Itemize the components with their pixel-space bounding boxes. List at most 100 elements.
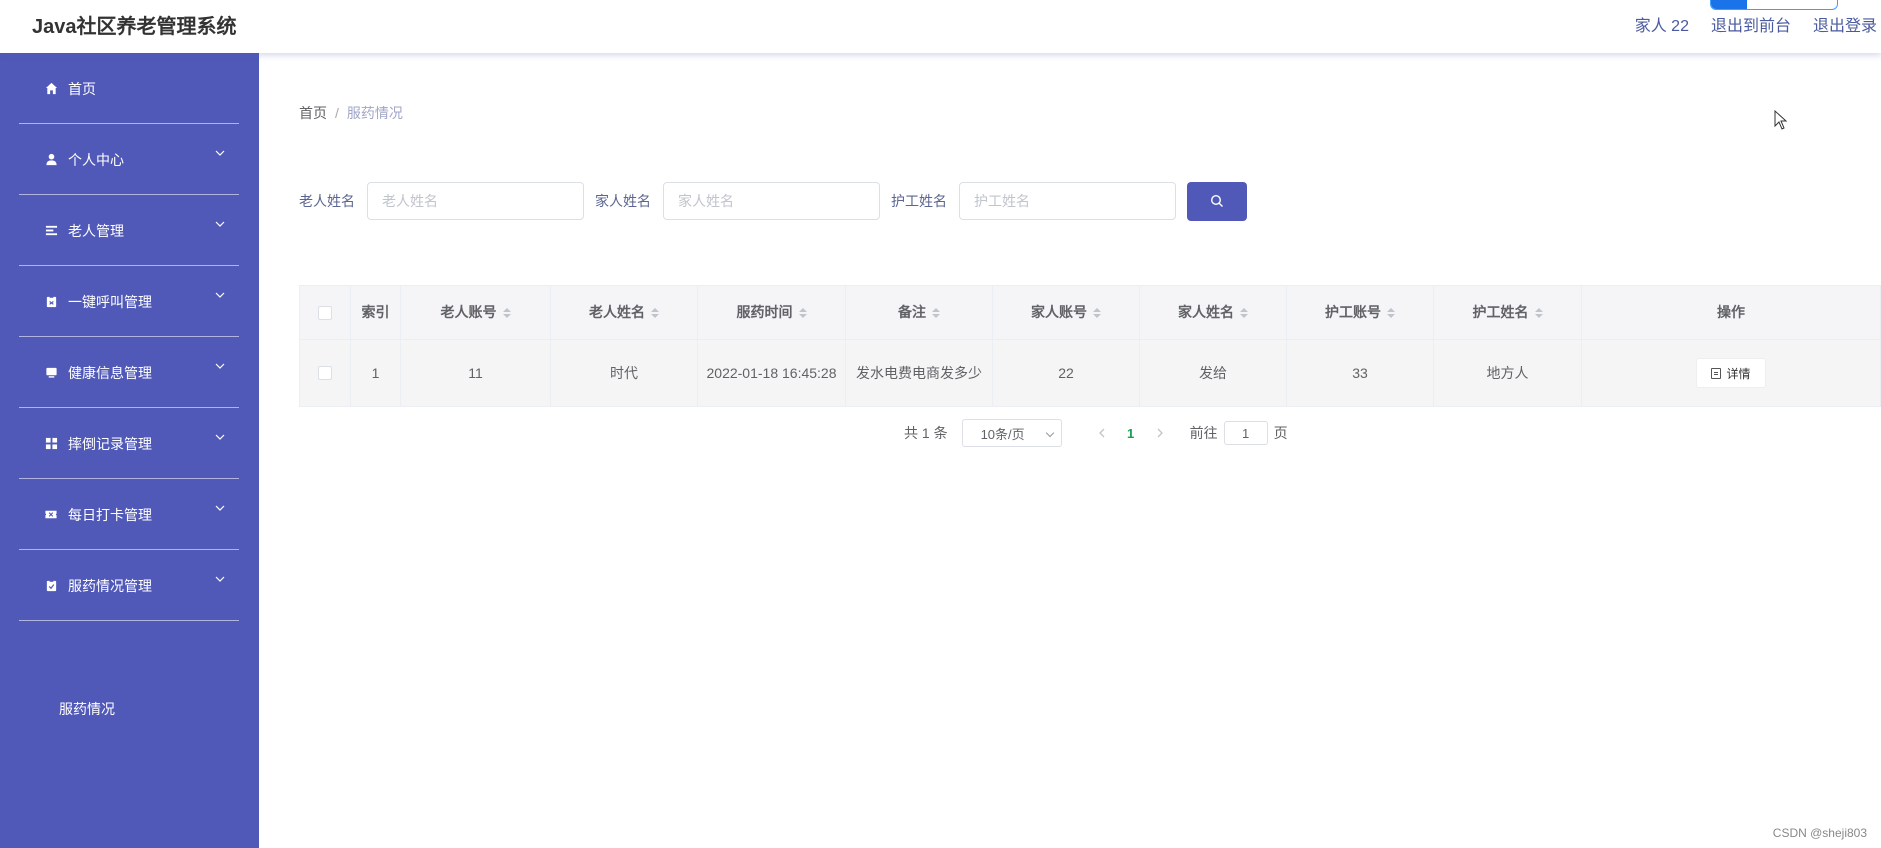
family-name-label: 家人姓名 — [595, 193, 651, 209]
pagination: 共 1 条 10条/页 1 前往 页 — [904, 419, 1288, 447]
cell-family-account: 22 — [993, 340, 1140, 406]
sort-icon[interactable] — [1240, 307, 1248, 318]
page-size-select[interactable]: 10条/页 — [961, 419, 1062, 447]
elder-name-input[interactable] — [367, 182, 584, 220]
breadcrumb-separator: / — [335, 105, 339, 121]
sidebar-item-label: 个人中心 — [68, 152, 124, 168]
select-all-cell — [300, 286, 351, 339]
chevron-down-icon — [215, 576, 225, 582]
column-header-family-account[interactable]: 家人账号 — [993, 286, 1140, 339]
search-form: 老人姓名 家人姓名 护工姓名 — [299, 181, 1247, 221]
row-checkbox[interactable] — [318, 366, 332, 380]
header-badge[interactable] — [1710, 0, 1838, 10]
goto-prefix: 前往 — [1189, 425, 1218, 441]
sidebar: 首页 个人中心 老人管理 一键呼叫管理 健康信息管理 摔倒记录管理 每日打卡管理… — [0, 53, 259, 848]
column-header-nurse-name[interactable]: 护工姓名 — [1434, 286, 1582, 339]
column-header-family-name[interactable]: 家人姓名 — [1140, 286, 1287, 339]
list-icon — [44, 223, 58, 237]
sidebar-item-label: 老人管理 — [68, 223, 124, 239]
detail-button-label: 详情 — [1726, 366, 1751, 381]
sort-icon[interactable] — [798, 307, 807, 318]
table-row: 1 11 时代 2022-01-18 16:45:28 发水电费电商发多少 22… — [299, 340, 1881, 407]
cell-actions: 详情 — [1582, 340, 1880, 406]
pagination-total: 共 1 条 — [904, 425, 948, 441]
family-name-input[interactable] — [663, 182, 880, 220]
sort-icon[interactable] — [502, 307, 511, 318]
chevron-down-icon — [215, 505, 225, 511]
sidebar-item-call-management[interactable]: 一键呼叫管理 — [19, 266, 239, 337]
main-content: 首页 / 服药情况 老人姓名 家人姓名 护工姓名 索引 老人账号 老人姓名 服药时间… — [259, 53, 1881, 848]
search-button[interactable] — [1187, 181, 1247, 221]
table-header: 索引 老人账号 老人姓名 服药时间 备注 家人账号 家人姓名 护工账号 护工姓名… — [299, 285, 1881, 340]
home-icon — [44, 81, 58, 95]
chevron-down-icon — [215, 363, 225, 369]
sort-icon[interactable] — [1093, 307, 1101, 318]
sort-icon[interactable] — [651, 307, 659, 318]
current-user: 家人 22 — [1634, 18, 1689, 35]
column-header-elder-name[interactable]: 老人姓名 — [551, 286, 698, 339]
cell-medication-time: 2022-01-18 16:45:28 — [698, 340, 846, 406]
clipboard-icon — [44, 294, 58, 308]
column-header-index: 索引 — [351, 286, 401, 339]
cell-elder-name: 时代 — [551, 340, 698, 406]
detail-button[interactable]: 详情 — [1696, 358, 1766, 388]
column-header-elder-account[interactable]: 老人账号 — [401, 286, 551, 339]
document-icon — [1711, 367, 1722, 379]
chevron-down-icon — [215, 150, 225, 156]
medication-table: 索引 老人账号 老人姓名 服药时间 备注 家人账号 家人姓名 护工账号 护工姓名… — [299, 285, 1881, 407]
breadcrumb: 首页 / 服药情况 — [299, 103, 403, 123]
search-icon — [1210, 194, 1223, 207]
sidebar-item-daily-checkin[interactable]: 每日打卡管理 — [19, 479, 239, 550]
page-size-value: 10条/页 — [980, 426, 1025, 442]
breadcrumb-home[interactable]: 首页 — [299, 105, 327, 121]
mouse-cursor-icon — [1774, 110, 1788, 130]
column-header-actions: 操作 — [1717, 304, 1745, 320]
sort-icon[interactable] — [1387, 307, 1395, 318]
watermark: CSDN @sheji803 — [1772, 826, 1867, 840]
cell-remark: 发水电费电商发多少 — [846, 340, 993, 406]
monitor-icon — [44, 365, 58, 379]
goto-suffix: 页 — [1273, 425, 1288, 441]
next-page-button[interactable] — [1146, 425, 1174, 441]
sidebar-item-personal-center[interactable]: 个人中心 — [19, 124, 239, 195]
user-icon — [44, 152, 58, 166]
nurse-name-label: 护工姓名 — [891, 193, 947, 209]
sidebar-item-label: 一键呼叫管理 — [68, 294, 152, 310]
logout-link[interactable]: 退出登录 — [1813, 12, 1877, 36]
chevron-right-icon — [1157, 428, 1163, 438]
cell-elder-account: 11 — [401, 340, 551, 406]
breadcrumb-current: 服药情况 — [346, 105, 403, 121]
cell-family-name: 发给 — [1140, 340, 1287, 406]
column-header-nurse-account[interactable]: 护工账号 — [1287, 286, 1434, 339]
sidebar-item-label: 首页 — [68, 81, 96, 97]
cell-index: 1 — [351, 340, 401, 406]
sidebar-subitem-medication[interactable]: 服药情况 — [59, 699, 115, 719]
sidebar-item-label: 服药情况管理 — [68, 578, 152, 594]
sort-icon[interactable] — [932, 307, 940, 318]
column-header-remark[interactable]: 备注 — [846, 286, 993, 339]
sidebar-item-health-management[interactable]: 健康信息管理 — [19, 337, 239, 408]
grid-icon — [44, 436, 58, 450]
cell-nurse-account: 33 — [1287, 340, 1434, 406]
chevron-down-icon — [1045, 428, 1054, 438]
top-header: Java社区养老管理系统 家人 22 退出到前台 退出登录 — [0, 0, 1881, 53]
prev-page-button[interactable] — [1088, 425, 1116, 441]
cell-nurse-name: 地方人 — [1434, 340, 1582, 406]
sidebar-item-label: 每日打卡管理 — [68, 507, 152, 523]
page-number-current[interactable]: 1 — [1116, 426, 1146, 441]
chevron-down-icon — [215, 434, 225, 440]
select-all-checkbox[interactable] — [318, 305, 332, 320]
goto-page-input[interactable] — [1223, 421, 1268, 445]
chevron-down-icon — [215, 221, 225, 227]
sort-icon[interactable] — [1534, 307, 1543, 318]
column-header-medication-time[interactable]: 服药时间 — [698, 286, 846, 339]
sidebar-item-label: 健康信息管理 — [68, 365, 152, 381]
sidebar-item-fall-records[interactable]: 摔倒记录管理 — [19, 408, 239, 479]
sidebar-item-home[interactable]: 首页 — [19, 53, 239, 124]
to-frontend-link[interactable]: 退出到前台 — [1711, 12, 1791, 36]
nurse-name-input[interactable] — [959, 182, 1176, 220]
sidebar-item-elder-management[interactable]: 老人管理 — [19, 195, 239, 266]
sidebar-item-medication-management[interactable]: 服药情况管理 — [19, 550, 239, 621]
row-select-cell — [300, 340, 351, 406]
chevron-down-icon — [215, 292, 225, 298]
